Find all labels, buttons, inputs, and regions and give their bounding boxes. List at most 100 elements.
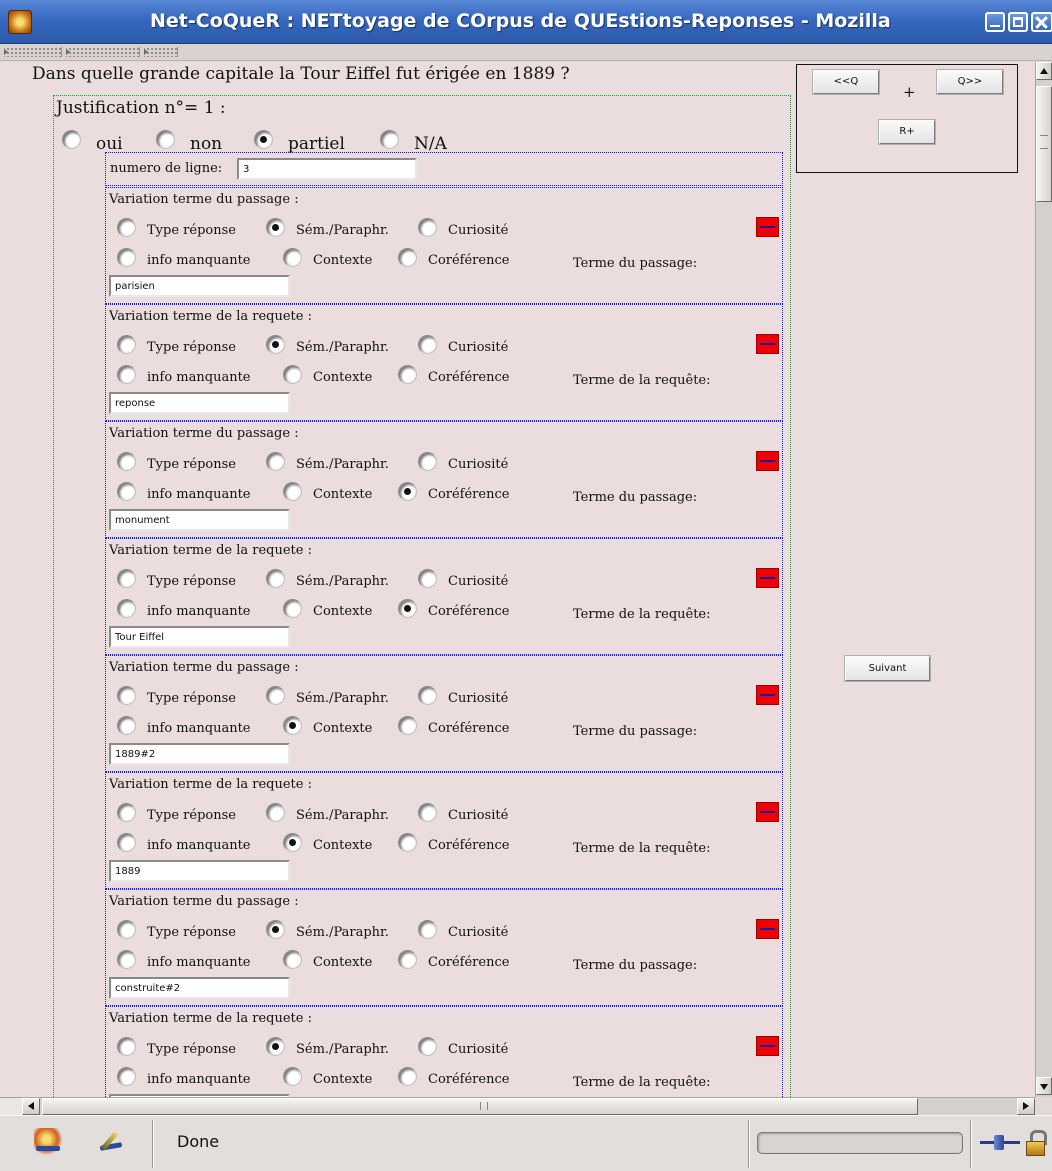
remove-variation-icon[interactable]	[756, 451, 779, 471]
variation-radio[interactable]	[266, 218, 285, 237]
remove-variation-icon[interactable]	[756, 568, 779, 588]
variation-radio[interactable]	[117, 1067, 136, 1086]
status-radio[interactable]	[254, 130, 273, 149]
term-input[interactable]: reponse	[109, 392, 290, 414]
close-icon[interactable]	[1031, 12, 1052, 32]
term-input[interactable]: Tour Eiffel	[109, 626, 290, 648]
variation-radio[interactable]	[117, 482, 136, 501]
variation-radio[interactable]	[283, 482, 302, 501]
variation-radio[interactable]	[283, 716, 302, 735]
variation-option-label: Coréférence	[428, 253, 510, 268]
status-radio[interactable]	[380, 130, 399, 149]
variation-radio[interactable]	[283, 248, 302, 267]
status-label: oui	[96, 134, 123, 154]
horizontal-scrollbar[interactable]	[22, 1097, 1035, 1115]
component-icon[interactable]	[34, 1128, 62, 1156]
scroll-up-icon[interactable]	[1036, 62, 1052, 80]
remove-variation-icon[interactable]	[756, 217, 779, 237]
previous-question-button[interactable]: <<Q	[812, 69, 880, 95]
scroll-down-icon[interactable]	[1036, 1077, 1052, 1095]
variation-radio[interactable]	[418, 1037, 437, 1056]
variation-radio[interactable]	[117, 950, 136, 969]
variation-radio[interactable]	[266, 569, 285, 588]
variation-radio[interactable]	[418, 686, 437, 705]
maximize-icon[interactable]	[1008, 12, 1028, 32]
remove-variation-icon[interactable]	[756, 685, 779, 705]
variation-radio[interactable]	[283, 1067, 302, 1086]
frame-grip-3[interactable]	[144, 47, 178, 57]
term-input[interactable]: construite#2	[109, 977, 290, 999]
variation-radio[interactable]	[117, 365, 136, 384]
add-answer-button[interactable]: R+	[878, 119, 936, 145]
variation-option-label: Curiosité	[448, 808, 509, 823]
variation-radio[interactable]	[398, 248, 417, 267]
variation-radio[interactable]	[117, 335, 136, 354]
composer-icon[interactable]	[98, 1128, 126, 1156]
variation-radio[interactable]	[418, 920, 437, 939]
variation-radio[interactable]	[283, 950, 302, 969]
variation-radio[interactable]	[266, 1037, 285, 1056]
variation-option-label: Curiosité	[448, 691, 509, 706]
variation-radio[interactable]	[117, 569, 136, 588]
status-radio[interactable]	[62, 130, 81, 149]
remove-variation-icon[interactable]	[756, 1036, 779, 1056]
variation-radio[interactable]	[117, 599, 136, 618]
variation-radio[interactable]	[398, 365, 417, 384]
variation-radio[interactable]	[117, 452, 136, 471]
variation-radio[interactable]	[398, 950, 417, 969]
variation-option-label: Contexte	[313, 955, 373, 970]
variation-option-label: Coréférence	[428, 721, 510, 736]
status-radio[interactable]	[156, 130, 175, 149]
variation-radio[interactable]	[283, 599, 302, 618]
variation-radio[interactable]	[418, 335, 437, 354]
term-input[interactable]: parisien	[109, 275, 290, 297]
variation-radio[interactable]	[283, 833, 302, 852]
remove-variation-icon[interactable]	[756, 919, 779, 939]
scroll-left-icon[interactable]	[22, 1098, 40, 1115]
variation-radio[interactable]	[418, 569, 437, 588]
term-input[interactable]: monument	[109, 509, 290, 531]
variation-radio[interactable]	[117, 218, 136, 237]
mozilla-app-icon[interactable]	[8, 10, 32, 34]
remove-variation-icon[interactable]	[756, 334, 779, 354]
variation-radio[interactable]	[266, 335, 285, 354]
variation-radio[interactable]	[398, 833, 417, 852]
variation-radio[interactable]	[117, 803, 136, 822]
variation-radio[interactable]	[398, 1067, 417, 1086]
scroll-right-icon[interactable]	[1017, 1098, 1035, 1115]
variation-radio[interactable]	[398, 599, 417, 618]
variation-radio[interactable]	[117, 248, 136, 267]
variation-radio[interactable]	[418, 452, 437, 471]
horizontal-scroll-thumb[interactable]	[42, 1098, 918, 1115]
variation-radio[interactable]	[266, 803, 285, 822]
frame-grip-2[interactable]	[66, 47, 140, 57]
minimize-icon[interactable]	[985, 12, 1005, 32]
variation-radio[interactable]	[418, 803, 437, 822]
variation-radio[interactable]	[266, 920, 285, 939]
next-question-button[interactable]: Q>>	[936, 69, 1004, 95]
variation-radio[interactable]	[283, 365, 302, 384]
online-plug-icon[interactable]	[980, 1134, 1020, 1152]
variation-radio[interactable]	[398, 482, 417, 501]
variation-radio[interactable]	[117, 1037, 136, 1056]
vertical-scrollbar[interactable]	[1035, 62, 1052, 1097]
variation-option-label: Curiosité	[448, 457, 509, 472]
variation-option-label: Coréférence	[428, 1072, 510, 1087]
variation-radio[interactable]	[117, 833, 136, 852]
variation-radio[interactable]	[398, 716, 417, 735]
variation-radio[interactable]	[266, 686, 285, 705]
remove-variation-icon[interactable]	[756, 802, 779, 822]
frame-grip-1[interactable]	[4, 47, 62, 57]
variation-radio[interactable]	[117, 716, 136, 735]
variation-option-label: Sém./Paraphr.	[296, 340, 389, 355]
variation-radio[interactable]	[117, 686, 136, 705]
term-input[interactable]: 1889	[109, 860, 290, 882]
line-number-input[interactable]: 3	[237, 158, 417, 180]
term-input[interactable]: 1889#2	[109, 743, 290, 765]
security-lock-icon[interactable]	[1024, 1130, 1047, 1156]
suivant-button[interactable]: Suivant	[844, 655, 931, 682]
vertical-scroll-thumb[interactable]	[1036, 86, 1052, 202]
variation-radio[interactable]	[418, 218, 437, 237]
variation-radio[interactable]	[117, 920, 136, 939]
variation-radio[interactable]	[266, 452, 285, 471]
